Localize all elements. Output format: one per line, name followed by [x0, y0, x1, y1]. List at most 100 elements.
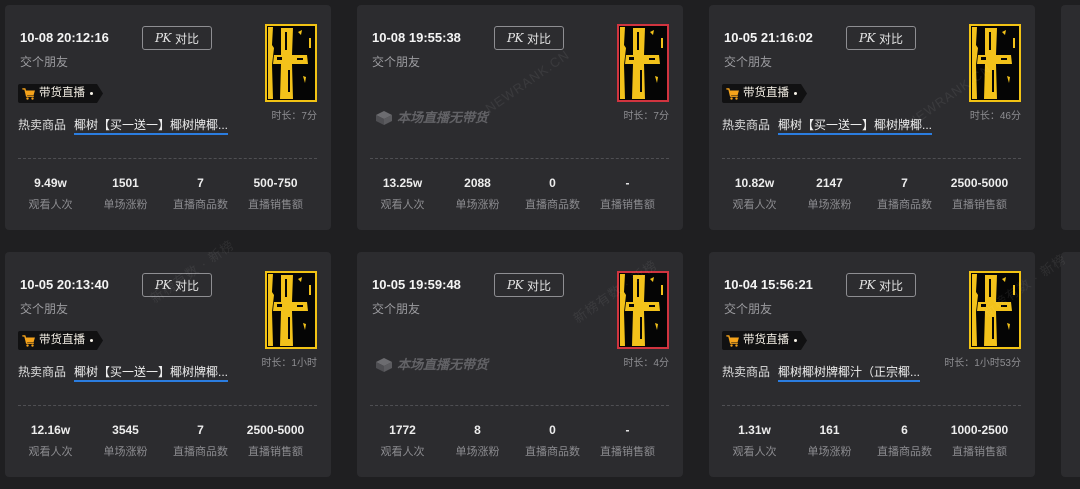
hot-goods-label: 热卖商品: [722, 118, 771, 132]
live-cover-thumbnail[interactable]: [265, 24, 317, 102]
stat-label: 单场涨粉: [807, 199, 852, 211]
cover-image: [267, 273, 315, 347]
pk-prefix: PK: [506, 278, 524, 292]
pk-compare-button[interactable]: PK 对比: [494, 26, 564, 50]
live-cover-thumbnail[interactable]: [617, 24, 669, 102]
stats-row: 9.49w 观看人次 1501 单场涨粉 7 直播商品数 500-750 直播销…: [13, 176, 313, 212]
live-session-card[interactable]: 10-08 19:55:38 PK 对比 交个朋友 本场直播无带货 时长：7分 …: [357, 5, 683, 230]
stat-value: 7: [197, 176, 204, 190]
live-duration: 时长：7分: [623, 111, 669, 122]
pk-compare-button[interactable]: PK 对比: [846, 26, 916, 50]
badge-dot: [794, 92, 797, 95]
views-stat: 1772 观看人次: [365, 423, 440, 459]
product-count-stat: 7 直播商品数: [867, 176, 942, 212]
views-stat: 1.31w 观看人次: [717, 423, 792, 459]
stat-value: 8: [474, 423, 481, 437]
account-name: 交个朋友: [20, 55, 69, 69]
divider: [370, 158, 669, 159]
account-name: 交个朋友: [20, 302, 69, 316]
stats-row: 1772 观看人次 8 单场涨粉 0 直播商品数 - 直播销售额: [365, 423, 665, 459]
stats-row: 12.16w 观看人次 3545 单场涨粉 7 直播商品数 2500-5000 …: [13, 423, 313, 459]
stat-value: 1.31w: [738, 423, 771, 437]
cover-image: [619, 273, 667, 347]
pk-prefix: PK: [506, 31, 524, 45]
shopping-cart-icon: [726, 334, 740, 348]
pk-prefix: PK: [154, 278, 172, 292]
views-stat: 9.49w 观看人次: [13, 176, 88, 212]
live-cover-thumbnail[interactable]: [265, 271, 317, 349]
pk-compare-label: 对比: [175, 31, 200, 46]
stat-value: -: [625, 176, 630, 190]
divider: [18, 158, 317, 159]
live-cover-thumbnail[interactable]: [617, 271, 669, 349]
badge-dot: [794, 339, 797, 342]
session-datetime: 10-05 20:13:40: [20, 277, 109, 292]
pk-compare-label: 对比: [879, 31, 904, 46]
live-session-card[interactable]: 10-05 19:59:48 PK 对比 交个朋友 本场直播无带货 时长：4分 …: [357, 252, 683, 477]
pk-compare-button[interactable]: PK 对比: [142, 273, 212, 297]
stat-label: 观看人次: [380, 446, 425, 458]
live-session-card[interactable]: 10-04 15:56:21 PK 对比 交个朋友 带货直播 热卖商品 椰树椰树…: [709, 252, 1035, 477]
hot-product-link[interactable]: 椰树【买一送一】椰树牌椰...: [778, 118, 933, 135]
stat-value: 2500-5000: [950, 176, 1009, 190]
stat-label: 直播销售额: [952, 199, 1007, 211]
cover-image: [971, 26, 1019, 100]
live-session-card[interactable]: 10-08 20:12:16 PK 对比 交个朋友 带货直播 热卖商品 椰树【买…: [5, 5, 331, 230]
stat-value: 1000-2500: [950, 423, 1009, 437]
pk-compare-button[interactable]: PK 对比: [846, 273, 916, 297]
stat-label: 单场涨粉: [807, 446, 852, 458]
shopping-cart-icon: [22, 87, 36, 101]
stat-value: 2147: [816, 176, 843, 190]
sales-amount-stat: - 直播销售额: [590, 423, 665, 459]
live-commerce-badge: 带货直播: [18, 84, 103, 103]
stat-value: 12.16w: [30, 423, 71, 437]
account-name: 交个朋友: [724, 55, 773, 69]
hot-product-link[interactable]: 椰树【买一送一】椰树牌椰...: [74, 118, 229, 135]
stat-label: 直播商品数: [877, 199, 932, 211]
stat-label: 直播销售额: [248, 199, 303, 211]
new-fans-stat: 2147 单场涨粉: [792, 176, 867, 212]
stat-label: 直播商品数: [525, 446, 580, 458]
live-session-card[interactable]: 10-05 21:16:02 PK 对比 交个朋友 带货直播 热卖商品 椰树【买…: [709, 5, 1035, 230]
stat-value: 0: [549, 176, 556, 190]
pk-prefix: PK: [858, 278, 876, 292]
hot-product-link[interactable]: 椰树【买一送一】椰树牌椰...: [74, 365, 229, 382]
hot-product-link[interactable]: 椰树椰树牌椰汁（正宗椰...: [778, 365, 921, 382]
badge-label: 带货直播: [39, 87, 85, 99]
live-session-card[interactable]: 10-05 20:13:40 PK 对比 交个朋友 带货直播 热卖商品 椰树【买…: [5, 252, 331, 477]
pk-compare-label: 对比: [879, 278, 904, 293]
views-stat: 10.82w 观看人次: [717, 176, 792, 212]
stat-label: 直播商品数: [173, 446, 228, 458]
stat-label: 观看人次: [732, 446, 777, 458]
account-name: 交个朋友: [372, 55, 421, 69]
pk-compare-label: 对比: [527, 278, 552, 293]
stat-label: 观看人次: [28, 446, 73, 458]
pk-compare-button[interactable]: PK 对比: [142, 26, 212, 50]
session-datetime: 10-05 21:16:02: [724, 30, 813, 45]
pk-compare-button[interactable]: PK 对比: [494, 273, 564, 297]
live-commerce-badge: 带货直播: [722, 84, 807, 103]
hot-goods-row: 热卖商品 椰树椰树牌椰汁（正宗椰...: [722, 365, 921, 382]
stat-value: 0: [549, 423, 556, 437]
live-cover-thumbnail[interactable]: [969, 24, 1021, 102]
product-count-stat: 0 直播商品数: [515, 423, 590, 459]
stat-value: 2088: [464, 176, 491, 190]
live-session-list: 10-08 20:12:16 PK 对比 交个朋友 带货直播 热卖商品 椰树【买…: [0, 0, 1080, 489]
live-cover-thumbnail[interactable]: [969, 271, 1021, 349]
live-commerce-badge: 带货直播: [18, 331, 103, 350]
stat-value: 2500-5000: [246, 423, 305, 437]
badge-dot: [90, 92, 93, 95]
stat-value: 7: [901, 176, 908, 190]
stat-label: 直播商品数: [525, 199, 580, 211]
session-datetime: 10-05 19:59:48: [372, 277, 461, 292]
live-commerce-badge: 带货直播: [722, 331, 807, 350]
stat-value: 6: [901, 423, 908, 437]
stat-value: 1772: [389, 423, 416, 437]
sales-amount-stat: 500-750 直播销售额: [238, 176, 313, 212]
no-goods-notice: 本场直播无带货: [375, 110, 488, 126]
new-fans-stat: 161 单场涨粉: [792, 423, 867, 459]
stat-label: 直播商品数: [173, 199, 228, 211]
sales-amount-stat: 2500-5000 直播销售额: [942, 176, 1017, 212]
stats-row: 10.82w 观看人次 2147 单场涨粉 7 直播商品数 2500-5000 …: [717, 176, 1017, 212]
new-fans-stat: 1501 单场涨粉: [88, 176, 163, 212]
